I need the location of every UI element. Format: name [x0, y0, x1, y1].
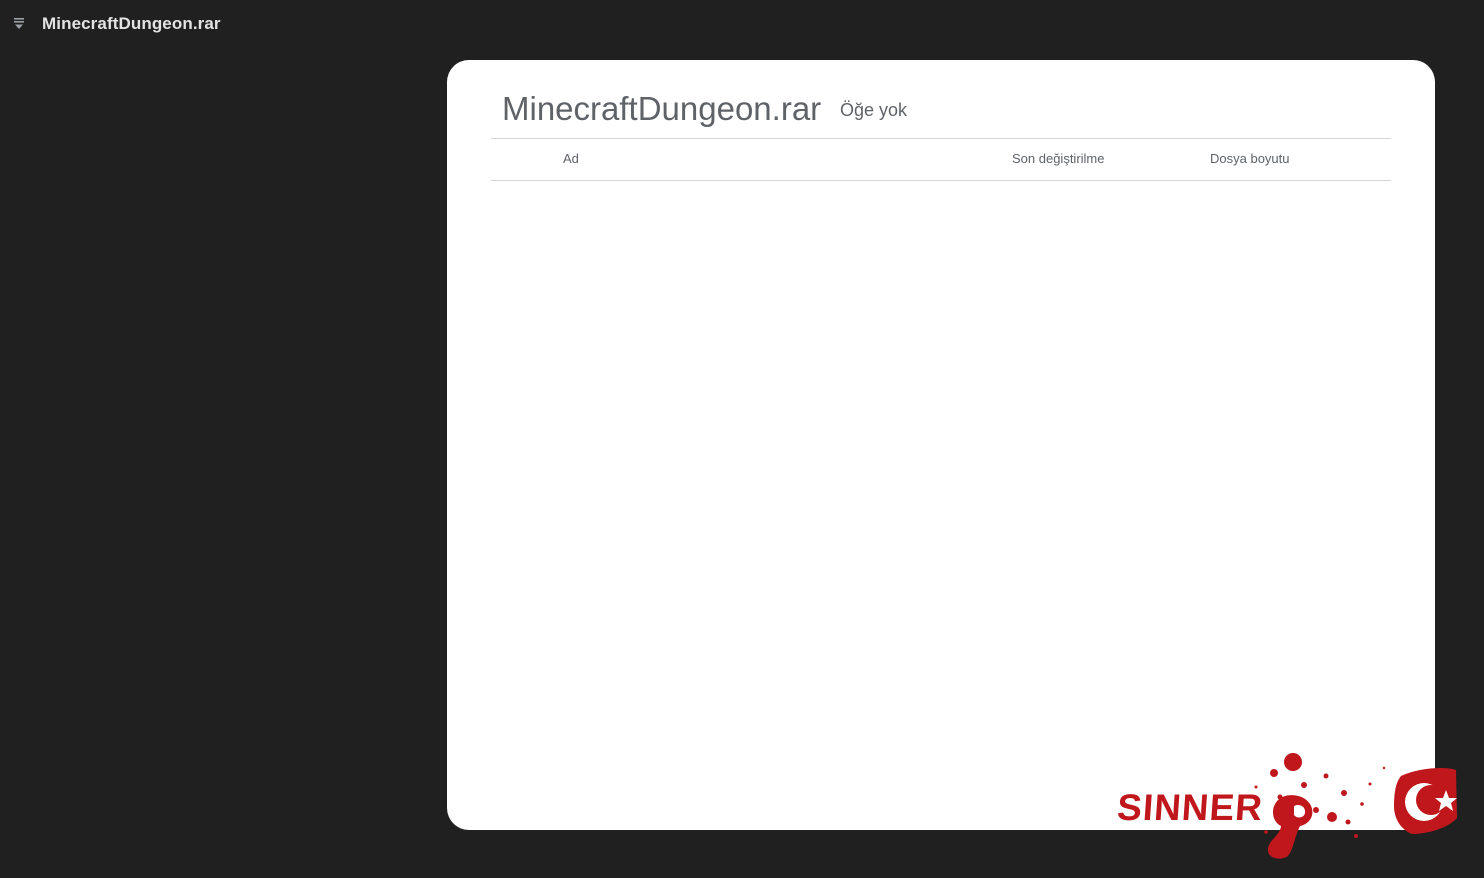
archive-name: MinecraftDungeon.rar	[502, 90, 822, 127]
flag-emblem-icon	[1394, 768, 1457, 834]
sinner-watermark-logo: SINNER	[1116, 740, 1463, 865]
column-header-size[interactable]: Dosya boyutu	[1210, 151, 1290, 166]
item-count-label: Öğe yok	[840, 100, 908, 120]
top-bar: MinecraftDungeon.rar	[0, 0, 1484, 50]
column-header-name[interactable]: Ad	[563, 151, 579, 166]
column-header-modified[interactable]: Son değiştirilme	[1012, 151, 1105, 166]
file-table-header: Ad Son değiştirilme Dosya boyutu	[491, 139, 1391, 181]
menu-icon[interactable]	[13, 17, 25, 31]
archive-viewer-panel: MinecraftDungeon.rar Öğe yok Ad Son deği…	[447, 60, 1435, 830]
archive-header: MinecraftDungeon.rar Öğe yok	[491, 88, 1391, 139]
app-title: MinecraftDungeon.rar	[42, 14, 221, 33]
watermark-text: SINNER	[1118, 786, 1265, 828]
